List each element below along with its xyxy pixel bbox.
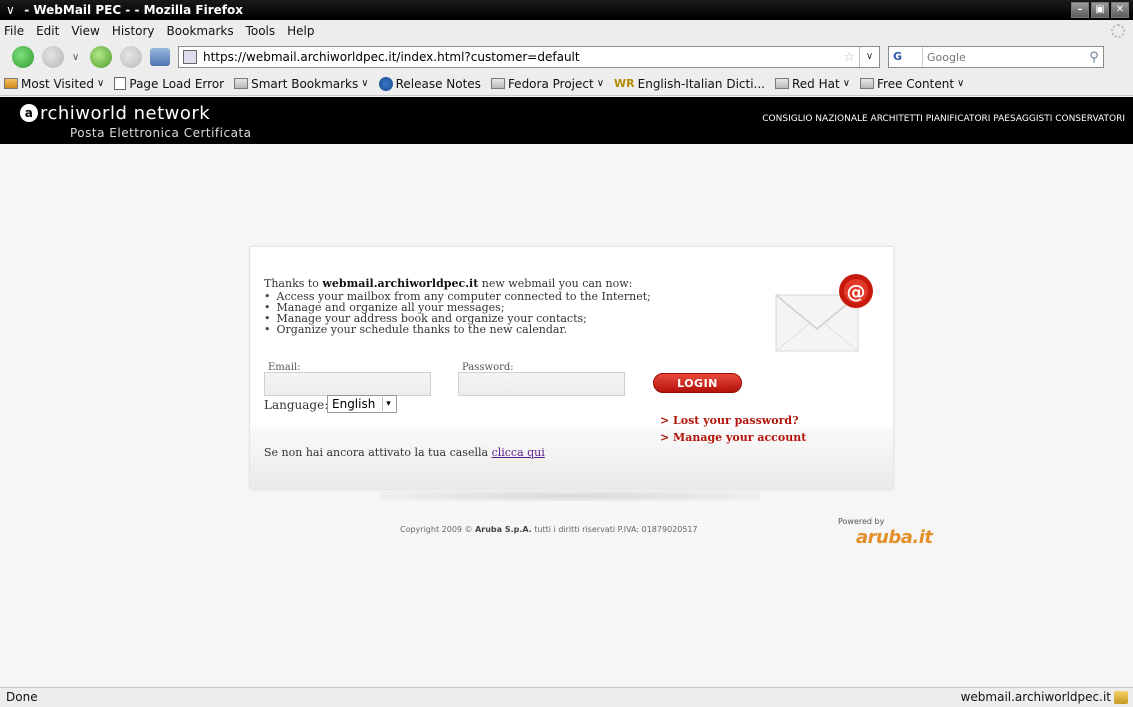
folder-icon (4, 78, 18, 89)
url-dropdown-icon[interactable]: ∨ (859, 47, 879, 67)
status-text: Done (6, 690, 38, 704)
language-label: Language: (264, 398, 329, 412)
stop-button[interactable] (120, 46, 142, 68)
menu-edit[interactable]: Edit (36, 24, 59, 38)
svg-text:@: @ (847, 281, 866, 303)
archiworld-logo[interactable]: a rchiworld network (20, 103, 210, 124)
envelope-icon: @ (775, 274, 873, 352)
reload-button[interactable] (90, 46, 112, 68)
copyright-text: Copyright 2009 © Aruba S.p.A. tutti i di… (400, 525, 698, 534)
language-select[interactable]: English ▾ (327, 395, 397, 413)
title-bar: ∨ - WebMail PEC - - Mozilla Firefox – ▣ … (0, 0, 1133, 20)
chevron-down-icon: ∨ (361, 78, 369, 89)
password-field[interactable] (458, 372, 625, 396)
search-bar[interactable]: G ⚲ (888, 46, 1104, 68)
menu-help[interactable]: Help (287, 24, 314, 38)
site-header: a rchiworld network Posta Elettronica Cer… (0, 97, 1133, 144)
menu-file[interactable]: File (4, 24, 24, 38)
site-name: webmail.archiworldpec.it (322, 277, 479, 290)
activate-text: Se non hai ancora attivato la tua casell… (264, 446, 545, 459)
status-addon-icon[interactable] (1114, 691, 1128, 704)
menu-bar: File Edit View History Bookmarks Tools H… (0, 20, 1133, 42)
menu-history[interactable]: History (112, 24, 155, 38)
activate-link[interactable]: clicca qui (492, 446, 545, 459)
home-button[interactable] (150, 48, 170, 66)
search-input[interactable] (923, 50, 1085, 64)
bookmark-star-icon[interactable]: ☆ (843, 50, 855, 65)
page-content: a rchiworld network Posta Elettronica Cer… (0, 97, 1133, 687)
wordreference-icon: WR (614, 77, 635, 90)
window-controls: – ▣ ✕ (1071, 2, 1129, 18)
maximize-button[interactable]: ▣ (1091, 2, 1109, 18)
fedora-icon (378, 76, 393, 91)
menu-tools[interactable]: Tools (246, 24, 276, 38)
bookmark-page-load-error[interactable]: Page Load Error (114, 77, 224, 91)
menu-bookmarks[interactable]: Bookmarks (167, 24, 234, 38)
login-button[interactable]: LOGIN (653, 373, 742, 393)
bookmark-free-content[interactable]: Free Content ∨ (860, 77, 964, 91)
bookmark-release-notes[interactable]: Release Notes (378, 76, 481, 91)
navigation-toolbar: ∨ https://webmail.archiworldpec.it/index… (0, 42, 1133, 72)
aruba-logo[interactable]: aruba.it (856, 527, 933, 548)
folder-icon (234, 78, 249, 89)
email-field[interactable] (264, 372, 431, 396)
chevron-down-icon: ∨ (957, 78, 965, 89)
bookmark-smart-bookmarks[interactable]: Smart Bookmarks ∨ (234, 77, 369, 91)
chevron-down-icon[interactable]: ▾ (382, 397, 394, 411)
minimize-button[interactable]: – (1071, 2, 1089, 18)
menu-view[interactable]: View (71, 24, 99, 38)
manage-account-link[interactable]: > Manage your account (660, 431, 806, 444)
powered-by-label: Powered by (838, 517, 885, 526)
search-engine-icon[interactable]: G (889, 47, 923, 67)
url-bar[interactable]: https://webmail.archiworldpec.it/index.h… (178, 46, 880, 68)
status-host: webmail.archiworldpec.it (960, 690, 1111, 704)
forward-button[interactable] (42, 46, 64, 68)
lost-password-link[interactable]: > Lost your password? (660, 414, 799, 427)
folder-icon (490, 78, 505, 89)
logo-mark: a (20, 104, 38, 122)
folder-icon (860, 78, 875, 89)
bookmarks-toolbar: Most Visited ∨ Page Load Error Smart Book… (0, 72, 1133, 96)
card-shadow (380, 491, 760, 501)
firefox-window: ∨ - WebMail PEC - - Mozilla Firefox – ▣ … (0, 0, 1133, 707)
window-menu-icon[interactable]: ∨ (6, 0, 20, 20)
feature-list: Access your mailbox from any computer co… (264, 291, 651, 335)
council-name: CONSIGLIO NAZIONALE ARCHITETTI PIANIFICA… (762, 114, 1125, 124)
bookmark-most-visited[interactable]: Most Visited ∨ (4, 77, 104, 91)
tagline: Posta Elettronica Certificata (70, 126, 252, 140)
window-title: - WebMail PEC - - Mozilla Firefox (24, 3, 243, 17)
search-icon[interactable]: ⚲ (1085, 50, 1103, 65)
folder-icon (774, 78, 789, 89)
list-item: Organize your schedule thanks to the new… (264, 324, 651, 335)
site-identity-icon[interactable] (183, 50, 197, 64)
chevron-down-icon: ∨ (97, 78, 105, 89)
bookmark-fedora-project[interactable]: Fedora Project ∨ (490, 77, 605, 91)
url-text[interactable]: https://webmail.archiworldpec.it/index.h… (203, 50, 580, 64)
history-dropdown-icon[interactable]: ∨ (72, 52, 82, 63)
intro-text: Thanks to webmail.archiworldpec.it new w… (264, 277, 633, 290)
chevron-down-icon: ∨ (842, 78, 851, 89)
login-card: Thanks to webmail.archiworldpec.it new w… (249, 246, 894, 490)
chevron-down-icon: ∨ (596, 78, 605, 89)
close-button[interactable]: ✕ (1111, 2, 1129, 18)
back-button[interactable] (12, 46, 34, 68)
bookmark-english-italian[interactable]: WR English-Italian Dicti... (614, 77, 765, 91)
status-bar: Done webmail.archiworldpec.it (0, 687, 1133, 707)
throbber-icon (1111, 24, 1125, 38)
page-icon (114, 77, 127, 90)
bookmark-red-hat[interactable]: Red Hat ∨ (774, 77, 851, 91)
